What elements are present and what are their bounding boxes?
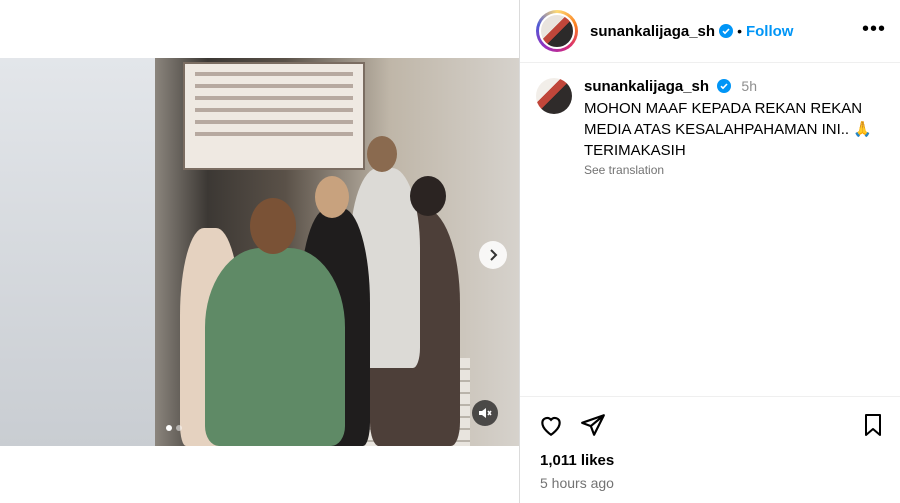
post-media [0,0,519,503]
caption-time[interactable]: 5h [741,78,757,94]
carousel-dot-active [166,425,172,431]
save-button[interactable] [858,410,888,440]
person-green-shirt [205,248,345,446]
person-head [367,136,397,172]
caption-line: MOHON MAAF KEPADA REKAN REKAN [584,100,863,117]
verified-badge-icon [719,24,734,38]
username-link[interactable]: sunankalijaga_sh [590,23,715,40]
post-sidebar: sunankalijaga_sh • Follow ••• sunankalij… [519,0,900,503]
stairwell-wall [0,58,155,446]
action-bar [536,410,888,440]
heart-icon [541,416,561,437]
caption-text: MOHON MAAF KEPADA REKAN REKAN MEDIA ATAS… [584,98,884,161]
verified-badge-icon [717,79,732,93]
likes-count[interactable]: 1,011 likes [540,452,614,469]
notice-board [183,62,365,170]
more-options-button[interactable]: ••• [862,18,886,41]
speaker-muted-icon [479,408,492,418]
bookmark-icon [865,414,881,436]
caption-block: sunankalijaga_sh 5h MOHON MAAF KEPADA RE… [536,78,884,177]
separator-dot: • [737,23,742,39]
follow-button[interactable]: Follow [746,23,794,40]
caption-username[interactable]: sunankalijaga_sh [584,78,709,95]
post-timestamp[interactable]: 5 hours ago [540,475,614,491]
carousel-indicator [166,425,182,431]
paper-plane-icon [581,414,605,436]
carousel-dot [176,425,182,431]
post-header: sunankalijaga_sh • Follow [520,0,900,63]
story-ring[interactable] [536,10,578,52]
next-media-button[interactable] [479,241,507,269]
more-options-icon: ••• [861,18,886,40]
see-translation-link[interactable]: See translation [584,163,884,177]
caption-avatar[interactable] [536,78,572,114]
post-video-frame[interactable] [0,58,519,446]
share-button[interactable] [578,410,608,440]
like-button[interactable] [536,410,566,440]
person-head [315,176,349,218]
chevron-right-icon [490,249,498,261]
caption-line: MEDIA ATAS KESALAHPAHAMAN INI.. 🙏 [584,121,872,138]
divider [520,396,900,397]
person-head [250,198,296,254]
caption-line: TERIMAKASIH [584,142,686,159]
person-head [410,176,446,216]
avatar[interactable] [539,13,575,49]
mute-toggle-button[interactable] [472,400,498,426]
